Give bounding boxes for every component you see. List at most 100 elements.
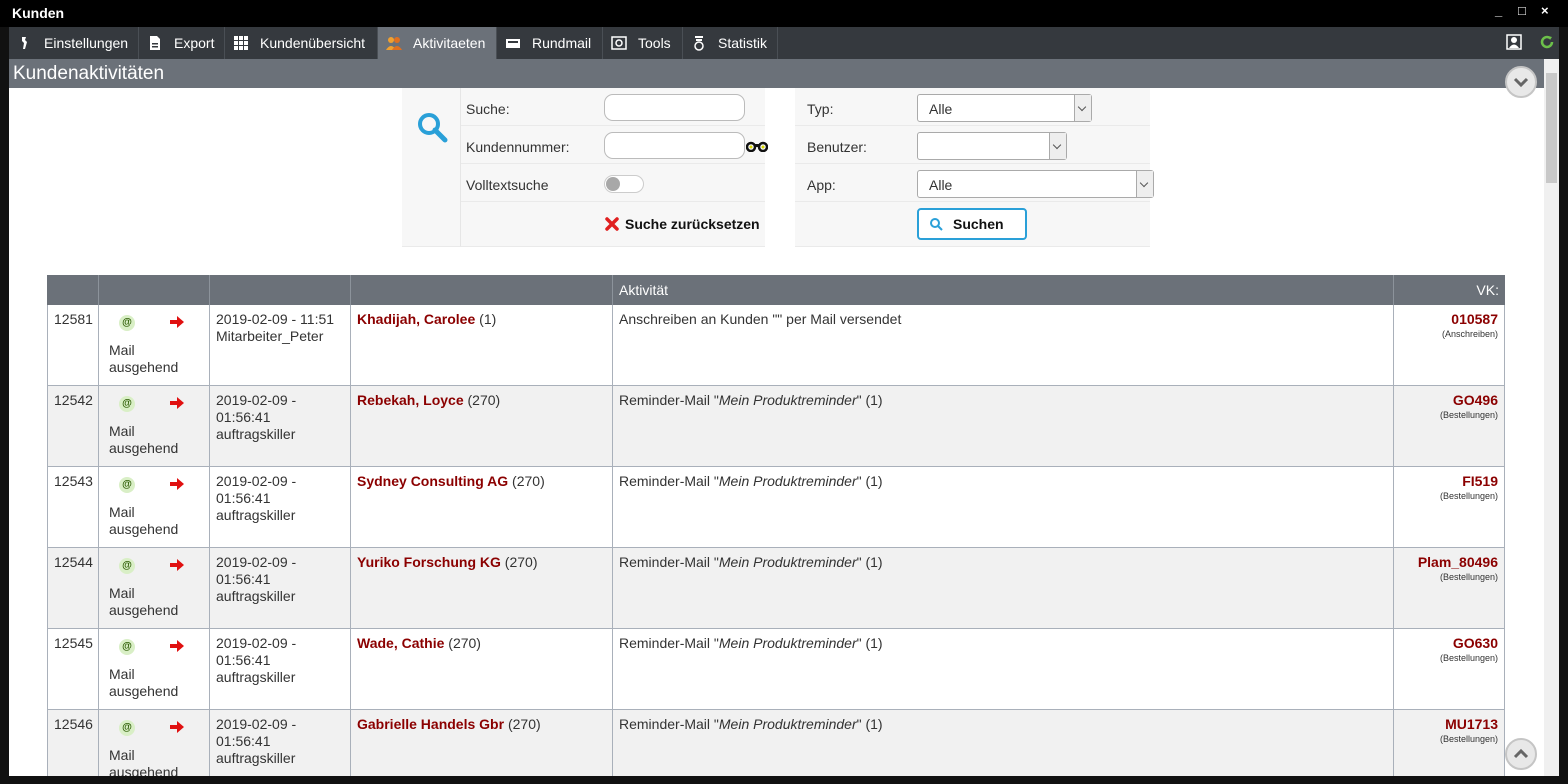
minimize-button[interactable]: _ — [1495, 3, 1502, 18]
menu-label: Einstellungen — [44, 35, 129, 51]
menu-item-export[interactable]: Export — [139, 27, 225, 59]
row-type-line1: Mail — [109, 666, 135, 682]
header-customer — [351, 275, 613, 305]
row-vk: 010587 (Anschreiben) — [1394, 305, 1505, 385]
activity-italic: Mein Produktreminder — [718, 716, 857, 732]
table-row[interactable]: 12543 @ Mail ausgehend 2019-02-09 -01:56:41 a… — [47, 467, 1505, 548]
row-activity: Reminder-Mail "Mein Produktreminder" (1) — [613, 629, 1394, 709]
search-button[interactable]: Suchen — [917, 208, 1027, 240]
app-select-value: Alle — [929, 177, 953, 193]
customer-link[interactable]: Wade, Cathie — [357, 635, 444, 651]
maximize-button[interactable]: □ — [1518, 3, 1526, 18]
customer-link[interactable]: Yuriko Forschung KG — [357, 554, 501, 570]
row-customer: Khadijah, Carolee (1) — [351, 305, 613, 385]
menu-item-statistik[interactable]: Statistik — [683, 27, 778, 59]
main-content: Kundenaktivitäten Suche: Kundennummer: V… — [9, 59, 1559, 776]
activity-suffix: " (1) — [856, 716, 883, 732]
row-date-line: 2019-02-09 - 11:51 — [216, 311, 335, 327]
vk-link[interactable]: MU1713 — [1400, 716, 1498, 732]
binoculars-icon[interactable] — [745, 139, 769, 155]
activity-italic: Mein Produktreminder — [718, 473, 857, 489]
activity-text: Reminder-Mail " — [619, 635, 719, 651]
outgoing-arrow-icon — [169, 557, 185, 573]
row-id: 12545 — [47, 629, 99, 709]
search-magnifier-icon — [416, 111, 448, 146]
activity-text: Anschreiben an Kunden "" per Mail versen… — [619, 311, 902, 327]
search-input[interactable] — [604, 94, 745, 121]
customer-count: (270) — [512, 473, 545, 489]
row-customer: Yuriko Forschung KG (270) — [351, 548, 613, 628]
row-date: 2019-02-09 -01:56:41 auftragskiller — [210, 467, 351, 547]
row-type: @ Mail ausgehend — [99, 386, 210, 466]
mail-at-icon: @ — [119, 720, 135, 736]
row-date-line: 2019-02-09 - — [216, 635, 297, 651]
header-id — [47, 275, 99, 305]
scrollbar-thumb[interactable] — [1546, 73, 1557, 183]
menu-item-aktivitaeten[interactable]: Aktivitaeten — [378, 27, 497, 59]
menu-bar: Einstellungen Export Kundenübersicht Akt… — [9, 27, 1559, 59]
menu-item-einstellungen[interactable]: Einstellungen — [9, 27, 139, 59]
vk-link[interactable]: Plam_80496 — [1400, 554, 1498, 570]
vertical-scrollbar[interactable] — [1544, 59, 1559, 776]
row-activity: Reminder-Mail "Mein Produktreminder" (1) — [613, 548, 1394, 628]
row-type: @ Mail ausgehend — [99, 710, 210, 776]
customer-link[interactable]: Sydney Consulting AG — [357, 473, 508, 489]
customer-count: (270) — [448, 635, 481, 651]
activity-text: Reminder-Mail " — [619, 554, 719, 570]
chevron-down-icon — [1136, 171, 1153, 197]
vk-link[interactable]: GO630 — [1400, 635, 1498, 651]
app-label: App: — [807, 177, 836, 193]
row-type-line2: ausgehend — [109, 602, 179, 618]
row-type: @ Mail ausgehend — [99, 467, 210, 547]
customer-link[interactable]: Gabrielle Handels Gbr — [357, 716, 504, 732]
benutzer-select[interactable] — [917, 132, 1067, 160]
customer-count: (270) — [507, 716, 541, 732]
reset-search-link[interactable]: Suche zurücksetzen — [625, 216, 760, 232]
close-button[interactable]: × — [1541, 3, 1549, 18]
customer-link[interactable]: Rebekah, Loyce — [357, 392, 464, 408]
vk-link[interactable]: GO496 — [1400, 392, 1498, 408]
row-activity: Anschreiben an Kunden "" per Mail versen… — [613, 305, 1394, 385]
menu-label: Tools — [638, 35, 671, 51]
reset-x-icon — [605, 217, 619, 234]
people-icon — [386, 35, 402, 51]
menu-item-tools[interactable]: Tools — [603, 27, 683, 59]
volltextsuche-toggle[interactable] — [604, 175, 644, 193]
customer-link[interactable]: Khadijah, Carolee — [357, 311, 475, 327]
row-customer: Wade, Cathie (270) — [351, 629, 613, 709]
activity-italic: Mein Produktreminder — [718, 392, 857, 408]
row-date-line2: 01:56:41 — [216, 652, 271, 668]
table-row[interactable]: 12542 @ Mail ausgehend 2019-02-09 -01:56:41 a… — [47, 386, 1505, 467]
menu-item-rundmail[interactable]: Rundmail — [497, 27, 603, 59]
menu-label: Export — [174, 35, 215, 51]
wrench-icon — [17, 35, 33, 51]
user-profile-icon[interactable] — [1506, 34, 1522, 50]
mail-at-icon: @ — [119, 396, 135, 412]
row-date-line2: 01:56:41 — [216, 409, 271, 425]
typ-label: Typ: — [807, 101, 834, 117]
typ-select[interactable]: Alle — [917, 94, 1092, 122]
table-row[interactable]: 12544 @ Mail ausgehend 2019-02-09 -01:56:41 a… — [47, 548, 1505, 629]
collapse-button[interactable] — [1505, 66, 1537, 98]
row-user: auftragskiller — [216, 507, 296, 523]
scroll-to-top-button[interactable] — [1505, 738, 1537, 770]
vk-link[interactable]: 010587 — [1400, 311, 1498, 327]
app-select[interactable]: Alle — [917, 170, 1154, 198]
row-id: 12581 — [47, 305, 99, 385]
row-activity: Reminder-Mail "Mein Produktreminder" (1) — [613, 710, 1394, 776]
chevron-down-icon — [1513, 77, 1529, 88]
table-row[interactable]: 12581 @ Mail ausgehend 2019-02-09 - 11:51 Mit… — [47, 305, 1505, 386]
menu-item-kundenuebersicht[interactable]: Kundenübersicht — [225, 27, 378, 59]
kundennummer-input[interactable] — [604, 132, 745, 159]
row-type-line2: ausgehend — [109, 521, 179, 537]
row-date: 2019-02-09 -01:56:41 auftragskiller — [210, 548, 351, 628]
outgoing-arrow-icon — [169, 638, 185, 654]
mail-at-icon: @ — [119, 315, 135, 331]
table-row[interactable]: 12545 @ Mail ausgehend 2019-02-09 -01:56:41 a… — [47, 629, 1505, 710]
typ-select-value: Alle — [929, 101, 953, 117]
activity-text: Reminder-Mail " — [619, 392, 719, 408]
row-vk: FI519 (Bestellungen) — [1394, 467, 1505, 547]
vk-link[interactable]: FI519 — [1400, 473, 1498, 489]
refresh-icon[interactable] — [1539, 34, 1555, 50]
table-row[interactable]: 12546 @ Mail ausgehend 2019-02-09 -01:56:41 a… — [47, 710, 1505, 776]
